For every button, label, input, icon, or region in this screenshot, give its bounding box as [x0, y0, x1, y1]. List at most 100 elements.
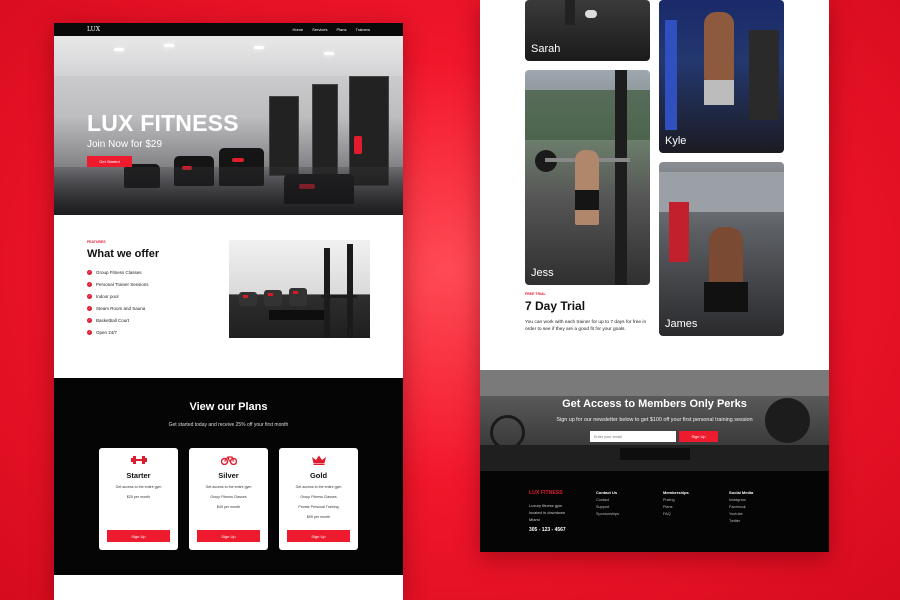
plan-card-gold: Gold Get access to the entire gym Group …	[279, 448, 358, 550]
trainer-outfit	[575, 190, 599, 210]
trainer-shorts	[704, 80, 734, 105]
check-icon: ✓	[87, 269, 92, 275]
footer-link-twitter[interactable]: Twitter	[729, 519, 753, 523]
trainer-card-kyle[interactable]: Kyle	[659, 0, 784, 153]
footer-contact-column: Contact Us Contact Support Sponsorships	[596, 490, 619, 516]
footer-link-support[interactable]: Support	[596, 505, 619, 509]
check-icon: ✓	[87, 281, 92, 287]
check-icon: ✓	[87, 293, 92, 299]
top-nav: LUX Home Services Plans Trainers	[54, 23, 403, 36]
gym-ceiling	[480, 370, 829, 396]
check-icon: ✓	[87, 317, 92, 323]
address-line: located in downtown	[529, 510, 566, 515]
check-icon: ✓	[87, 305, 92, 311]
bike	[239, 292, 257, 306]
plan-feature: Group Fitness Classes	[210, 495, 247, 499]
footer-link-sponsorships[interactable]: Sponsorships	[596, 512, 619, 516]
sign-up-button[interactable]: Sign Up	[287, 530, 350, 542]
plan-feature: Get access to the entire gym	[295, 485, 342, 489]
plan-name: Silver	[218, 471, 239, 480]
plan-price: $49 per month	[216, 505, 241, 509]
footer-address: Luxury fitness gym located in downtown M…	[529, 502, 566, 523]
hero-floor	[54, 167, 403, 215]
rack-post	[615, 70, 627, 285]
trainer-figure	[565, 0, 575, 25]
trainer-name: Jess	[531, 267, 554, 279]
sign-up-button[interactable]: Sign Up	[107, 530, 170, 542]
rack-post	[324, 248, 330, 338]
plan-feature: Get access to the entire gym	[205, 485, 252, 489]
check-icon: ✓	[87, 329, 92, 335]
hero-ceiling	[54, 36, 403, 76]
footer-link-instagram[interactable]: Instagram	[729, 498, 753, 502]
bench	[620, 448, 690, 460]
red-accent	[232, 158, 244, 162]
footer-brand-column: LUX FITNESS Luxury fitness gym located i…	[529, 490, 566, 533]
trainer-card-sarah[interactable]: Sarah	[525, 0, 650, 61]
feature-item: ✓ Indoor pool	[87, 290, 149, 302]
address-line: Luxury fitness gym	[529, 503, 563, 508]
footer-heading: Memberships	[663, 490, 689, 495]
cable-machine	[749, 30, 779, 120]
bicycle-icon	[189, 455, 268, 467]
gym-wall-light	[665, 20, 677, 130]
plan-name: Gold	[309, 471, 328, 480]
sign-up-button[interactable]: Sign Up	[197, 530, 260, 542]
power-rack	[269, 96, 299, 176]
footer-link-faq[interactable]: FAQ	[663, 512, 689, 516]
feature-item: ✓ Steam Room and Sauna	[87, 302, 149, 314]
plan-card-silver: Silver Get access to the entire gym Grou…	[189, 448, 268, 550]
red-accent	[354, 136, 362, 154]
features-tag: FEATURES	[87, 240, 106, 244]
trainer-card-james[interactable]: James	[659, 162, 784, 336]
trees	[525, 90, 650, 140]
email-input[interactable]	[590, 431, 676, 442]
feature-label: Open 24/7	[96, 329, 118, 335]
footer-link-pricing[interactable]: Pricing	[663, 498, 689, 502]
footer: LUX FITNESS Luxury fitness gym located i…	[480, 471, 829, 552]
footer-link-plans[interactable]: Plans	[663, 505, 689, 509]
nav-link-services[interactable]: Services	[312, 27, 327, 32]
red-rack	[669, 202, 689, 262]
footer-heading: Contact Us	[596, 490, 618, 495]
plan-feature: Group Fitness Classes	[300, 495, 337, 499]
feature-label: Basketball Court	[96, 317, 130, 323]
footer-heading: Social Media	[729, 490, 754, 495]
footer-brand[interactable]: LUX FITNESS	[529, 490, 566, 496]
trainer-name: Sarah	[531, 43, 561, 55]
footer-phone[interactable]: 305 - 123 - 4567	[529, 527, 566, 533]
trial-title: 7 Day Trial	[525, 299, 586, 313]
get-started-button[interactable]: Get Started	[87, 156, 132, 167]
trainer-figure	[575, 150, 599, 225]
plan-feature: Get access to the entire gym	[115, 485, 162, 489]
nav-logo[interactable]: LUX	[87, 26, 100, 33]
footer-link-youtube[interactable]: Youtube	[729, 512, 753, 516]
plan-name: Starter	[126, 471, 151, 480]
newsletter-section: Get Access to Members Only Perks Sign up…	[480, 370, 829, 471]
nav-link-plans[interactable]: Plans	[336, 27, 346, 32]
landing-page-right: Sarah Kyle Jess James FREE TRIAL 7 Day T…	[480, 0, 829, 552]
plan-price: $99 per month	[306, 515, 331, 519]
footer-link-facebook[interactable]: Facebook	[729, 505, 753, 509]
newsletter-sign-up-button[interactable]: Sign Up	[679, 431, 718, 442]
feature-label: Indoor pool	[96, 293, 119, 299]
plan-feature: Private Personal Training	[298, 505, 339, 509]
crown-icon	[279, 455, 358, 467]
nav-links: Home Services Plans Trainers	[292, 27, 370, 32]
trial-tag: FREE TRIAL	[525, 292, 546, 296]
ceiling-light	[254, 46, 264, 49]
power-rack	[312, 84, 338, 179]
plans-title: View our Plans	[189, 401, 268, 413]
nav-link-trainers[interactable]: Trainers	[355, 27, 370, 32]
ceiling-light	[164, 44, 174, 47]
newsletter-subtitle: Sign up for our newsletter below to get …	[556, 417, 753, 423]
bike	[289, 288, 307, 306]
feature-label: Group Fitness Classes	[96, 269, 142, 275]
red-accent	[243, 295, 248, 298]
feature-item: ✓ Group Fitness Classes	[87, 266, 149, 278]
hero-section: LUX FITNESS Join Now for $29 Get Started	[54, 36, 403, 215]
nav-link-home[interactable]: Home	[292, 27, 303, 32]
trainer-card-jess[interactable]: Jess	[525, 70, 650, 285]
footer-link-contact[interactable]: Contact	[596, 498, 619, 502]
feature-item: ✓ Basketball Court	[87, 314, 149, 326]
